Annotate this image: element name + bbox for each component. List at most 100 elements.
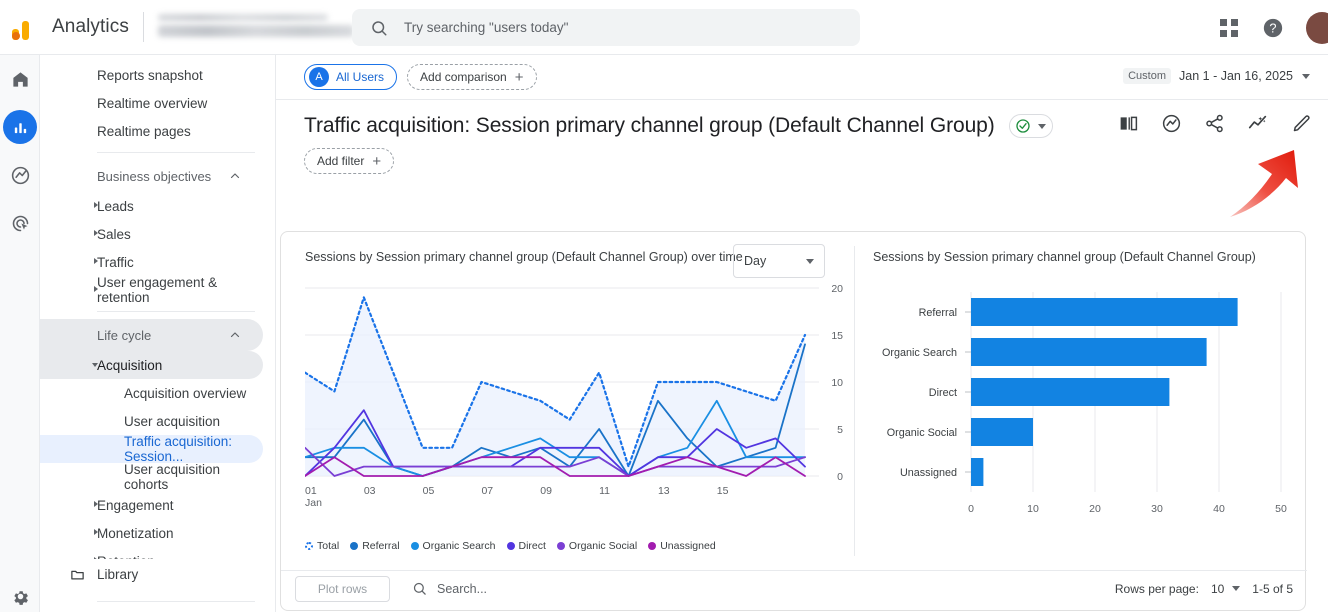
sidebar-section-life-cycle[interactable]: Life cycle [40, 319, 263, 351]
help-circle-icon[interactable]: ? [1262, 17, 1284, 39]
legend-item-organic-social[interactable]: Organic Social [556, 540, 638, 552]
sidebar-item-retention[interactable]: Retention [40, 547, 263, 560]
all-users-chip[interactable]: A All Users [304, 64, 398, 90]
legend-color-dot [350, 542, 359, 550]
sidebar-item-library[interactable]: Library [40, 559, 275, 589]
sidebar-item-reports-snapshot[interactable]: Reports snapshot [40, 61, 263, 89]
share-icon[interactable] [1204, 113, 1225, 134]
sidebar-item-acquisition-overview[interactable]: Acquisition overview [40, 379, 263, 407]
legend-item-total[interactable]: Total [305, 540, 339, 552]
all-users-badge: A [309, 67, 329, 87]
bar-referral[interactable] [971, 298, 1238, 326]
sidebar-item-realtime-pages[interactable]: Realtime pages [40, 117, 263, 145]
legend-item-organic-search[interactable]: Organic Search [410, 540, 496, 552]
legend-item-referral[interactable]: Referral [350, 540, 400, 552]
bar-chart[interactable]: 0 10 20 30 40 50 Referral Organic Search Direct O… [873, 280, 1293, 530]
sidebar-item-label: User acquisition [124, 413, 221, 429]
date-range-selector[interactable]: Custom Jan 1 - Jan 16, 2025 [1123, 68, 1310, 84]
line-chart[interactable]: 0 5 10 15 20 01 Jan 03 05 07 09 11 13 15 [305, 280, 845, 510]
svg-text:05: 05 [423, 485, 435, 497]
legend-label: Direct [518, 540, 546, 552]
rail-item-home[interactable] [0, 55, 40, 103]
date-range-value: Jan 1 - Jan 16, 2025 [1179, 69, 1293, 83]
chevron-down-icon [1302, 73, 1310, 79]
svg-text:0: 0 [837, 471, 843, 483]
add-filter-button[interactable]: Add filter + [304, 148, 395, 174]
sidebar-item-monetization[interactable]: Monetization [40, 519, 263, 547]
global-search[interactable]: Try searching "users today" [352, 9, 860, 46]
sidebar-item-traffic[interactable]: Traffic [40, 248, 263, 276]
sidebar-item-label: Acquisition overview [124, 385, 247, 401]
analytics-logo-icon [12, 14, 40, 40]
divider [97, 311, 255, 312]
avatar[interactable] [1306, 11, 1328, 44]
bar-direct[interactable] [971, 378, 1170, 406]
custom-tag: Custom [1123, 68, 1172, 84]
icon-rail [0, 55, 40, 612]
legend-label: Organic Social [568, 540, 638, 552]
plot-rows-button[interactable]: Plot rows [295, 575, 390, 602]
legend-label: Referral [362, 540, 400, 552]
svg-text:03: 03 [364, 485, 376, 497]
sidebar-item-label: Sales [97, 226, 131, 242]
search-icon [412, 581, 427, 596]
rail-item-explore[interactable] [0, 151, 40, 199]
rows-per-page-value[interactable]: 10 [1211, 582, 1224, 596]
svg-text:10: 10 [831, 377, 843, 389]
sidebar-item-sales[interactable]: Sales [40, 220, 263, 248]
svg-text:20: 20 [1089, 503, 1101, 515]
sidebar-item-leads[interactable]: Leads [40, 192, 263, 220]
chevron-down-icon[interactable] [1232, 586, 1241, 591]
bar-unassigned[interactable] [971, 458, 984, 486]
sidebar-item-realtime-overview[interactable]: Realtime overview [40, 89, 263, 117]
legend-color-dot [506, 542, 515, 550]
granularity-select[interactable]: Day [733, 244, 825, 278]
table-search[interactable]: Search... [412, 581, 487, 596]
svg-text:50: 50 [1275, 503, 1287, 515]
legend-item-direct[interactable]: Direct [506, 540, 546, 552]
svg-text:?: ? [1269, 20, 1276, 35]
insights-clock-icon[interactable] [1161, 113, 1182, 134]
add-comparison-button[interactable]: Add comparison + [407, 64, 537, 90]
advertising-target-icon [10, 213, 31, 234]
sidebar-item-acquisition[interactable]: Acquisition [40, 351, 263, 379]
search-input-placeholder: Try searching "users today" [404, 20, 569, 35]
sidebar-item-user-acquisition-cohorts[interactable]: User acquisition cohorts [40, 462, 263, 492]
explore-icon [10, 165, 31, 186]
sidebar-item-label: User engagement & retention [97, 275, 218, 305]
bar-label: Organic Social [887, 427, 957, 439]
main-content: A All Users Add comparison + Custom Jan … [276, 55, 1328, 612]
status-badge[interactable] [1009, 114, 1054, 138]
top-bar: Analytics Try searching "users today" ? [0, 0, 1328, 55]
bar-label: Direct [929, 387, 957, 399]
property-selector[interactable] [157, 12, 358, 42]
plot-rows-label: Plot rows [317, 581, 368, 596]
rail-item-advertising[interactable] [0, 199, 40, 247]
bar-organic-social[interactable] [971, 418, 1033, 446]
chevron-down-icon [806, 258, 814, 264]
legend-item-unassigned[interactable]: Unassigned [648, 540, 716, 552]
pencil-icon[interactable] [1291, 113, 1312, 134]
rail-item-settings[interactable] [0, 587, 40, 606]
bar-organic-search[interactable] [971, 338, 1207, 366]
sidebar-item-user-acquisition[interactable]: User acquisition [40, 407, 263, 435]
sidebar-item-label: User acquisition cohorts [124, 462, 221, 492]
reports-bar-chart-icon [3, 110, 37, 144]
folder-icon [70, 567, 85, 582]
granularity-value: Day [744, 254, 767, 268]
sidebar-item-traffic-acquisition[interactable]: Traffic acquisition: Session... [40, 434, 263, 464]
trending-sparkle-icon[interactable] [1247, 112, 1269, 134]
rail-item-reports[interactable] [0, 103, 40, 151]
compare-panels-icon[interactable] [1118, 113, 1139, 134]
apps-grid-icon[interactable] [1220, 18, 1238, 37]
sidebar-item-engagement[interactable]: Engagement [40, 491, 263, 519]
legend-color-dot [305, 542, 313, 550]
check-circle-icon [1015, 118, 1031, 134]
home-icon [11, 70, 30, 89]
bar-label: Organic Search [882, 347, 957, 359]
svg-text:5: 5 [837, 424, 843, 436]
sidebar-item-label: Traffic acquisition: Session... [124, 434, 233, 464]
sidebar-section-business-objectives[interactable]: Business objectives [40, 160, 263, 192]
sidebar-item-user-engagement[interactable]: User engagement & retention [40, 275, 263, 305]
gear-icon [11, 587, 30, 606]
